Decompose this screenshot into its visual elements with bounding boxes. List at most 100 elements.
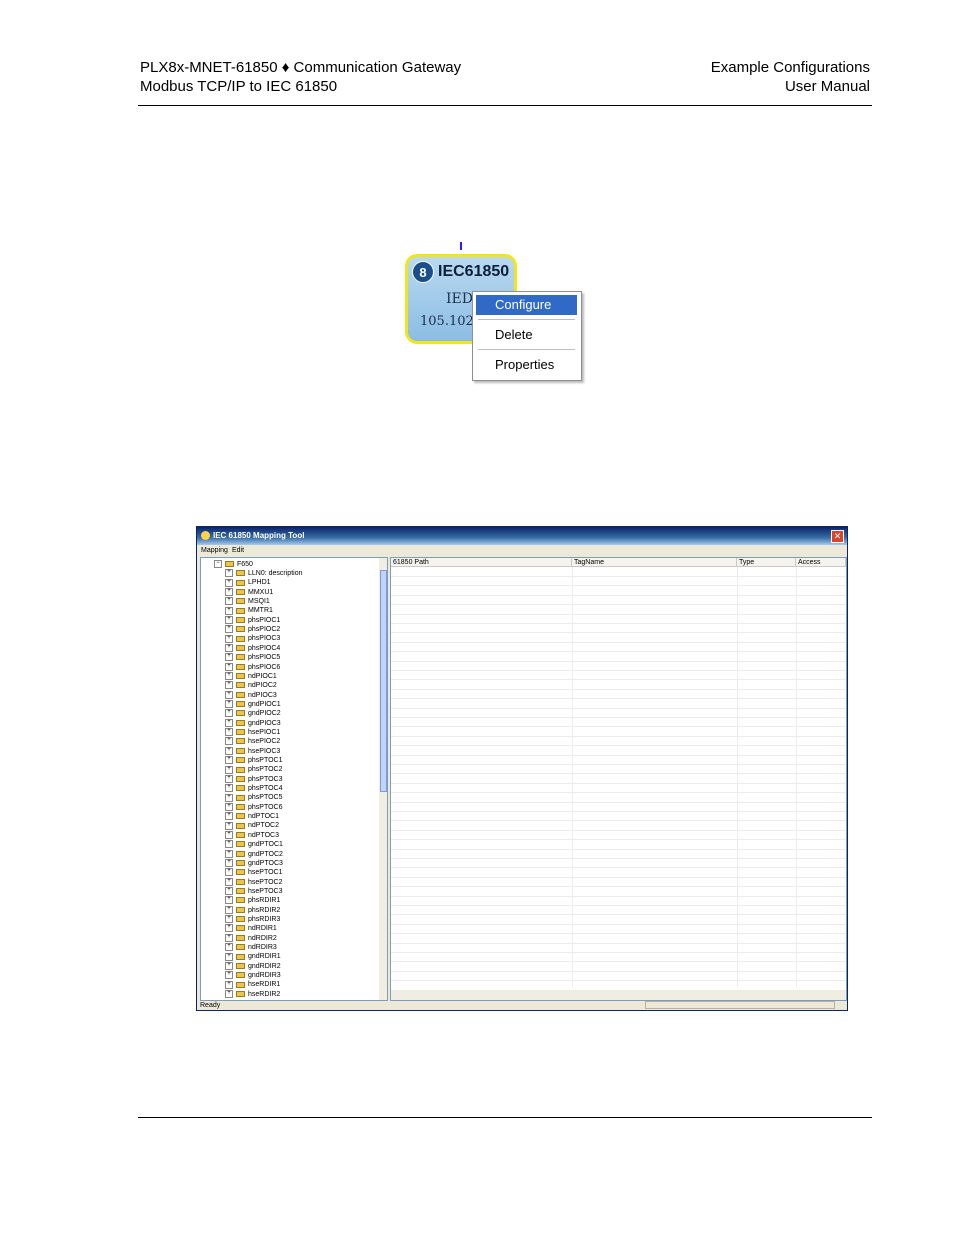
expand-icon[interactable]: + [225,952,233,961]
tree-item[interactable]: + gndPIOC2 [225,709,281,718]
expand-icon[interactable]: + [225,756,233,765]
tree-item[interactable]: + phsPIOC6 [225,662,280,672]
expand-icon[interactable]: + [225,887,233,896]
tree-item[interactable]: + MSQI1 [225,597,270,606]
expand-icon[interactable]: + [225,634,233,643]
tree-root[interactable]: − F650 [214,560,253,569]
tree-item[interactable]: + phsPIOC1 [225,615,280,625]
expand-icon[interactable]: + [225,597,233,606]
tree-item[interactable]: + gndRDIR1 [225,952,281,961]
column-header-tagname[interactable]: TagName [572,558,737,567]
expand-icon[interactable]: + [225,718,233,727]
menu-item-delete[interactable]: Delete [476,325,577,345]
tree-item[interactable]: + LPHD1 [225,578,271,587]
vertical-scrollbar[interactable] [379,558,387,1000]
tree-item[interactable]: + ndRDIR3 [225,943,277,952]
expand-icon[interactable]: + [225,961,233,970]
tree-item[interactable]: + phsPIOC5 [225,653,280,662]
tree-item[interactable]: + hsePIOC2 [225,737,280,746]
expand-icon[interactable]: + [225,821,233,830]
tree-item[interactable]: + phsPTOC1 [225,756,283,765]
tree-item[interactable]: + gndPIOC1 [225,700,281,709]
tree-item[interactable]: + phsRDIR2 [225,905,280,915]
tree-item[interactable]: + ndRDIR1 [225,924,277,933]
expand-icon[interactable]: + [225,643,233,652]
tree-item[interactable]: + hsePTOC1 [225,868,283,877]
tree-pane[interactable]: − F650 + LLN0: description + LPHD1 + MMXU1 + MSQ… [200,557,388,1001]
expand-icon[interactable]: + [225,802,233,811]
tree-item[interactable]: + phsPTOC5 [225,793,283,802]
expand-icon[interactable]: + [225,933,233,942]
expand-icon[interactable]: + [225,840,233,849]
tree-item[interactable]: + hsePIOC3 [225,746,280,756]
scrollbar-thumb[interactable] [380,570,387,792]
collapse-icon[interactable]: − [214,560,222,569]
tree-item[interactable]: + phsPTOC3 [225,774,283,784]
expand-icon[interactable]: + [225,690,233,699]
tree-item[interactable]: + hsePTOC3 [225,887,283,896]
expand-icon[interactable]: + [225,868,233,877]
tree-item[interactable]: + ndPIOC2 [225,681,277,690]
tree-item[interactable]: + hseRDIR2 [225,989,280,999]
tree-item[interactable]: + ndPTOC2 [225,821,279,830]
expand-icon[interactable]: + [225,625,233,634]
tree-item[interactable]: + phsPIOC3 [225,634,280,643]
tree-item[interactable]: + gndPTOC2 [225,849,283,859]
tree-item[interactable]: + ndPTOC3 [225,830,279,840]
expand-icon[interactable]: + [225,849,233,858]
expand-icon[interactable]: + [225,793,233,802]
expand-icon[interactable]: + [225,980,233,989]
tree-item[interactable]: + phsPIOC2 [225,625,280,634]
expand-icon[interactable]: + [225,784,233,793]
mapping-grid[interactable]: 61850 Path TagName Type Access [390,557,847,1001]
expand-icon[interactable]: + [225,989,233,998]
expand-icon[interactable]: + [225,830,233,839]
tree-item[interactable]: + gndPTOC3 [225,859,283,868]
tree-item[interactable]: + phsRDIR1 [225,896,280,905]
expand-icon[interactable]: + [225,615,233,624]
tree-item[interactable]: + gndPTOC1 [225,840,283,849]
expand-icon[interactable]: + [225,877,233,886]
tree-item[interactable]: + hseRDIR1 [225,980,280,989]
tree-item[interactable]: + hsePTOC2 [225,877,283,887]
horizontal-scrollbar[interactable] [391,990,846,1000]
expand-icon[interactable]: + [225,896,233,905]
tree-item[interactable]: + gndRDIR3 [225,971,281,980]
tree-item[interactable]: + phsRDIR3 [225,915,280,924]
column-header-access[interactable]: Access [796,558,846,567]
expand-icon[interactable]: + [225,681,233,690]
menu-item-properties[interactable]: Properties [476,355,577,375]
expand-icon[interactable]: + [225,587,233,596]
expand-icon[interactable]: + [225,859,233,867]
expand-icon[interactable]: + [225,700,233,709]
tree-item[interactable]: + LLN0: description [225,569,302,578]
tree-item[interactable]: + phsPTOC4 [225,784,283,793]
expand-icon[interactable]: + [225,943,233,952]
expand-icon[interactable]: + [225,765,233,774]
menu-edit[interactable]: Edit [232,547,244,554]
expand-icon[interactable]: + [225,746,233,755]
expand-icon[interactable]: + [225,662,233,671]
tree-item[interactable]: + phsPTOC6 [225,802,283,812]
tree-item[interactable]: + hsePIOC1 [225,728,280,737]
tree-item[interactable]: + ndPIOC3 [225,690,277,700]
window-titlebar[interactable]: IEC 61850 Mapping Tool ✕ [197,527,847,545]
tree-item[interactable]: + gndPIOC3 [225,718,281,728]
menu-mapping[interactable]: Mapping [201,547,228,554]
expand-icon[interactable]: + [225,569,233,578]
expand-icon[interactable]: + [225,606,233,615]
expand-icon[interactable]: + [225,653,233,662]
tree-item[interactable]: + ndPIOC1 [225,672,277,681]
tree-item[interactable]: + MMTR1 [225,606,273,615]
expand-icon[interactable]: + [225,709,233,718]
column-header-type[interactable]: Type [737,558,796,567]
tree-item[interactable]: + phsPIOC4 [225,643,280,653]
expand-icon[interactable]: + [225,737,233,746]
expand-icon[interactable]: + [225,578,233,587]
close-button[interactable]: ✕ [831,530,844,543]
tree-item[interactable]: + gndRDIR2 [225,961,281,971]
expand-icon[interactable]: + [225,774,233,783]
expand-icon[interactable]: + [225,924,233,933]
tree-item[interactable]: + ndRDIR2 [225,933,277,943]
expand-icon[interactable]: + [225,915,233,924]
